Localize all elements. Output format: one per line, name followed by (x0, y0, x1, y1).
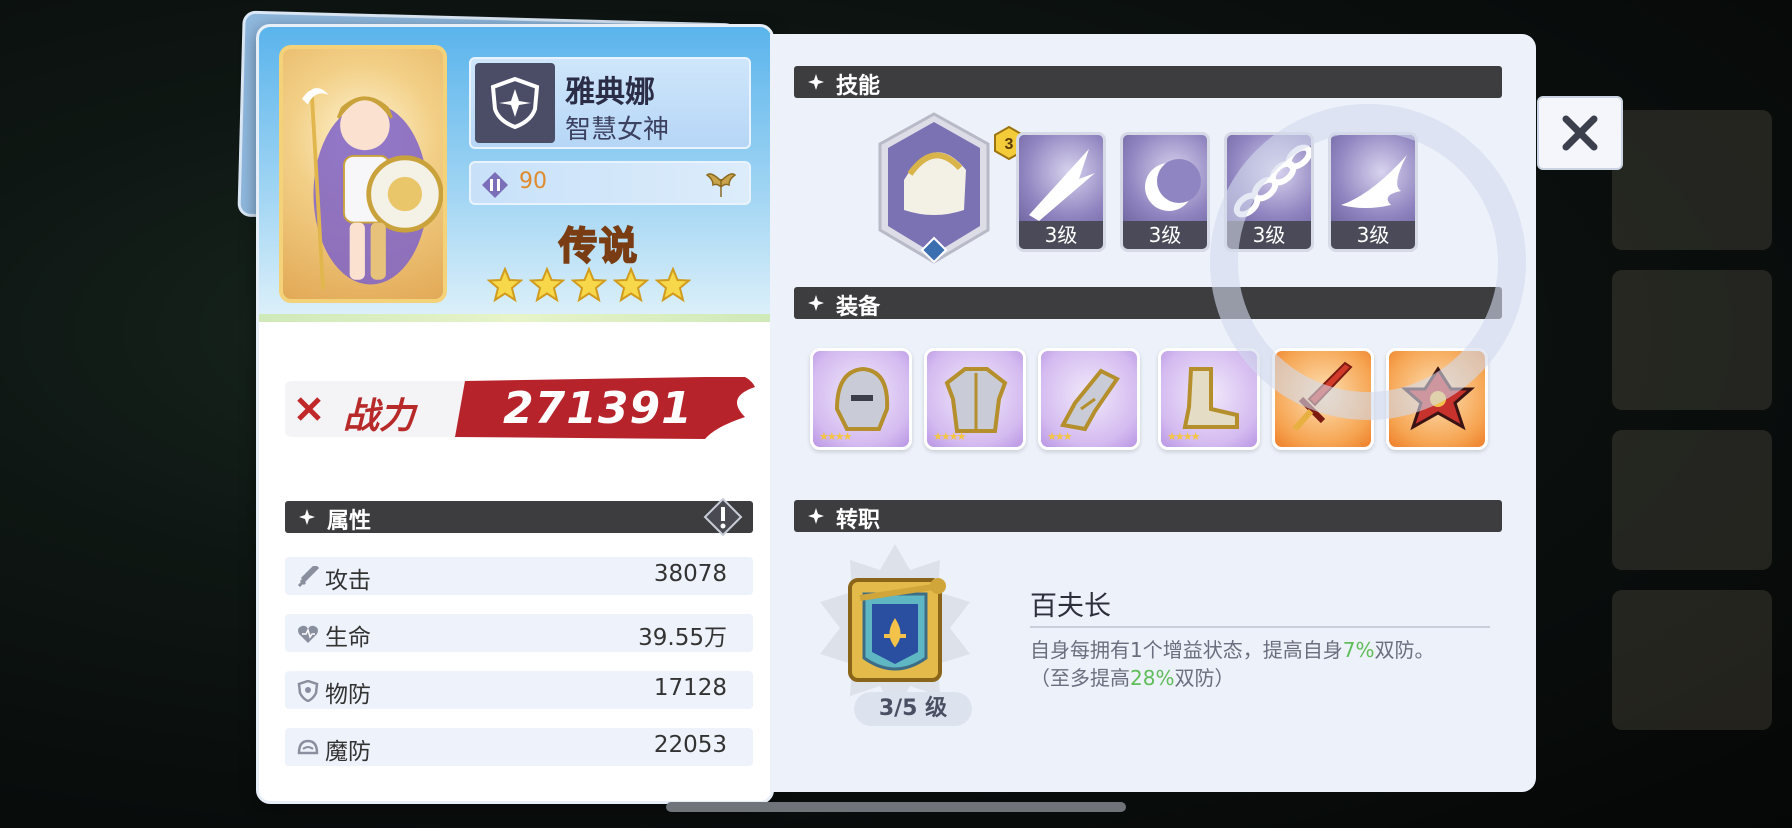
armor-icon (944, 367, 1008, 433)
equipment-slot-armor[interactable]: ★★★★ (924, 348, 1026, 450)
skill-level: 3级 (1123, 221, 1207, 249)
heart-icon (298, 625, 318, 643)
wing-skill-icon (1331, 135, 1415, 227)
stat-value: 39.55万 (638, 625, 727, 651)
stat-value: 38078 (653, 561, 727, 587)
job-name: 百夫长 (1030, 591, 1111, 622)
equipment-slot-boots[interactable]: ★★★★ (1158, 348, 1260, 450)
helmet-icon (834, 366, 890, 431)
stat-label: 物防 (325, 682, 371, 708)
star-icon (655, 267, 691, 303)
job-title: 转职 (836, 508, 881, 533)
equipment-title: 装备 (836, 295, 881, 320)
stat-row-hp: 生命 39.55万 (285, 614, 753, 652)
equipment-header: 装备 (794, 287, 1502, 320)
hero-card: 雅典娜 智慧女神 90 传说 战力 271391 属性 攻击 38078 生命 … (256, 24, 774, 804)
close-button[interactable] (1537, 96, 1623, 170)
job-desc-highlight: 7% (1342, 638, 1375, 662)
skill-slot-3[interactable]: 3级 (1224, 132, 1314, 252)
job-desc-highlight: 28% (1130, 666, 1175, 690)
hero-name: 雅典娜 (565, 75, 655, 110)
hero-stars (487, 267, 691, 303)
wing-icon[interactable] (705, 169, 737, 199)
stat-row-attack: 攻击 38078 (285, 557, 753, 595)
skill-level: 3级 (1227, 221, 1311, 249)
stat-row-pdef: 物防 17128 (285, 671, 753, 709)
job-desc-text: 双防。 (1374, 638, 1435, 662)
info-icon[interactable] (703, 497, 743, 537)
job-level: 3/5 级 (854, 692, 972, 726)
background-tiles (1612, 110, 1772, 750)
home-indicator[interactable] (666, 802, 1126, 812)
shield-icon (297, 680, 319, 702)
sparkle-icon (299, 509, 315, 525)
sparkle-icon (808, 295, 824, 311)
equipment-slot-helmet[interactable]: ★★★★ (810, 348, 912, 450)
level-icon (482, 172, 508, 198)
job-desc-text: （至多提高 (1030, 666, 1130, 690)
equipment-slot-gauntlet[interactable]: ★★★ (1038, 348, 1140, 450)
skill-slot-1[interactable]: 3级 (1016, 132, 1106, 252)
moon-skill-icon (1123, 135, 1207, 227)
hero-level: 90 (519, 169, 547, 194)
attributes-header: 属性 (285, 497, 753, 537)
stat-row-mdef: 魔防 22053 (285, 728, 753, 766)
slash-skill-icon (1019, 135, 1103, 227)
amulet-icon (1401, 366, 1475, 431)
power-banner: 战力 271391 (285, 377, 765, 441)
skill-badge-text: 3 (1005, 136, 1014, 153)
boots-icon (1182, 367, 1239, 429)
equipment-slot-sword[interactable] (1272, 348, 1374, 450)
main-skill-icon[interactable] (874, 110, 994, 270)
stat-value: 17128 (653, 675, 727, 701)
hero-title: 智慧女神 (565, 115, 670, 145)
gauntlet-icon (1059, 368, 1120, 432)
class-shield-icon (475, 63, 555, 143)
details-panel: 技能 3 3级 3级 3级 3级 装备 ★★★★ ★★★★ ★★★ ★★★★ 转… (770, 34, 1536, 792)
magic-shield-icon (297, 739, 319, 755)
skills-title: 技能 (836, 74, 881, 99)
equipment-stars: ★★★★ (933, 430, 966, 443)
hero-header: 雅典娜 智慧女神 90 传说 (259, 27, 771, 322)
job-divider (1030, 626, 1490, 628)
star-icon (529, 267, 565, 303)
equipment-stars: ★★★★ (819, 430, 852, 443)
skill-level: 3级 (1019, 221, 1103, 249)
equipment-stars: ★★★★ (1167, 430, 1200, 443)
star-icon (487, 267, 523, 303)
star-icon (613, 267, 649, 303)
job-desc-text: 自身每拥有1个增益状态，提高自身 (1030, 638, 1343, 662)
job-description: 自身每拥有1个增益状态，提高自身7%双防。 （至多提高28%双防） (1030, 636, 1510, 692)
skill-slot-4[interactable]: 3级 (1328, 132, 1418, 252)
star-icon (571, 267, 607, 303)
sparkle-icon (808, 508, 824, 524)
skills-header: 技能 (794, 66, 1502, 99)
skill-slot-2[interactable]: 3级 (1120, 132, 1210, 252)
stat-label: 攻击 (325, 568, 371, 594)
skill-level: 3级 (1331, 221, 1415, 249)
hero-name-box: 雅典娜 智慧女神 (469, 57, 751, 149)
stat-label: 生命 (325, 625, 371, 651)
hero-level-box: 90 (469, 161, 751, 205)
rarity-label: 传说 (558, 222, 640, 269)
equipment-slot-amulet[interactable] (1386, 348, 1488, 450)
sword-icon (297, 566, 319, 588)
equipment-stars: ★★★ (1047, 430, 1073, 443)
attributes-title: 属性 (327, 509, 372, 534)
sparkle-icon (808, 74, 824, 90)
power-label: 战力 (343, 396, 416, 437)
chain-skill-icon (1227, 135, 1311, 227)
stat-value: 22053 (653, 732, 727, 758)
stat-label: 魔防 (325, 739, 371, 765)
hero-portrait (279, 45, 447, 303)
job-header: 转职 (794, 500, 1502, 533)
power-value: 271391 (503, 383, 693, 434)
close-icon (1562, 115, 1598, 151)
sword-icon (1292, 361, 1353, 431)
job-desc-text: 双防） (1174, 666, 1235, 690)
